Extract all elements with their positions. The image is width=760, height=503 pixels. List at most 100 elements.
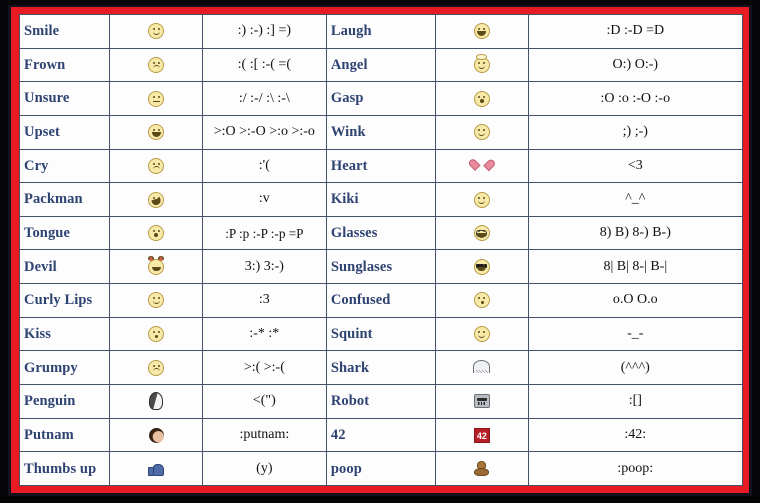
packman-face-icon (148, 191, 165, 208)
emoticon-code-curly-lips: :3 (201, 283, 327, 318)
emoticon-name-curly-lips: Curly Lips (19, 283, 111, 318)
emoticon-name-frown: Frown (19, 47, 111, 83)
upset-face-icon (148, 124, 165, 141)
smile-face-icon-cell (109, 14, 203, 49)
forty-two-badge-icon: 42 (473, 427, 490, 443)
table-container: Smile :) :-) :] =) Laugh :D :-D =D Frown (19, 14, 743, 486)
glasses-face-icon-cell (435, 215, 529, 251)
emoticon-code-smile: :) :-) :] =) (201, 14, 327, 49)
angel-face-icon-cell (435, 47, 529, 83)
emoticon-name-wink: Wink (325, 114, 437, 150)
table-row: Putnam :putnam: 42 42 :42: (19, 417, 743, 453)
emoticon-name-shark: Shark (325, 350, 437, 386)
frown-face-icon (148, 56, 165, 73)
angel-face-icon (473, 54, 490, 73)
confused-face-icon (473, 292, 490, 309)
glasses-face-icon (473, 225, 490, 242)
emoticon-name-gasp: Gasp (325, 81, 437, 116)
emoticon-name-confused: Confused (325, 283, 437, 318)
emoticon-name-unsure: Unsure (19, 81, 111, 116)
emoticon-code-confused: o.O O.o (527, 283, 743, 318)
emoticon-code-sunglases: 8| B| 8-| B-| (527, 249, 743, 285)
emoticon-code-putnam: :putnam: (201, 417, 327, 453)
emoticon-code-cry: :'( (201, 148, 327, 184)
frown-face-icon-cell (109, 47, 203, 83)
emoticon-name-penguin: Penguin (19, 384, 111, 419)
table-row: Unsure :/ :-/ :\ :-\ Gasp :O :o :-O :-o (19, 81, 743, 116)
emoticon-code-heart: <3 (527, 148, 743, 184)
kiki-face-icon (473, 191, 490, 208)
emoticon-code-tongue: :P :p :-P :-p =P (201, 215, 327, 251)
emoticon-name-packman: Packman (19, 182, 111, 217)
table-row: Curly Lips :3 Confused o.O O.o (19, 283, 743, 318)
emoticon-code-grumpy: >:( >:-( (201, 350, 327, 386)
table-row: Smile :) :-) :] =) Laugh :D :-D =D (19, 14, 743, 49)
gasp-face-icon (473, 90, 490, 107)
emoticon-code-kiki: ^_^ (527, 182, 743, 217)
thumbs-up-icon (147, 461, 165, 477)
squint-face-icon-cell (435, 316, 529, 352)
confused-face-icon-cell (435, 283, 529, 318)
emoticon-code-penguin: <(") (201, 384, 327, 419)
table-row: Kiss :-* :* Squint -_- (19, 316, 743, 352)
cry-face-icon (148, 157, 165, 174)
smile-face-icon (148, 23, 165, 40)
emoticon-name-robot: Robot (325, 384, 437, 419)
upset-face-icon-cell (109, 114, 203, 150)
emoticon-name-heart: Heart (325, 148, 437, 184)
emoticon-code-robot: :[] (527, 384, 743, 419)
penguin-icon-cell (109, 384, 203, 419)
emoticon-name-poop: poop (325, 451, 437, 486)
emoticon-name-42: 42 (325, 417, 437, 453)
emoticon-code-poop: :poop: (527, 451, 743, 486)
devil-face-icon-cell (109, 249, 203, 285)
table-row: Frown :( :[ :-( =( Angel O:) O:-) (19, 47, 743, 83)
unsure-face-icon (148, 90, 165, 107)
kiss-face-icon (148, 326, 165, 343)
packman-face-icon-cell (109, 182, 203, 217)
tongue-face-icon-cell (109, 215, 203, 251)
gasp-face-icon-cell (435, 81, 529, 116)
heart-icon-cell (435, 148, 529, 184)
table-row: Grumpy >:( >:-( Shark (^^^) (19, 350, 743, 386)
emoticon-code-wink: ;) ;-) (527, 114, 743, 150)
grin-face-icon (473, 23, 490, 40)
emoticon-name-thumbs-up: Thumbs up (19, 451, 111, 486)
cry-face-icon-cell (109, 148, 203, 184)
emoticon-name-grumpy: Grumpy (19, 350, 111, 386)
table-row: Penguin <(") Robot :[] (19, 384, 743, 419)
robot-icon-cell (435, 384, 529, 419)
emoticon-name-kiss: Kiss (19, 316, 111, 352)
unsure-face-icon-cell (109, 81, 203, 116)
emoticon-name-smile: Smile (19, 14, 111, 49)
emoticon-table: Smile :) :-) :] =) Laugh :D :-D =D Frown (19, 14, 743, 486)
emoticon-code-kiss: :-* :* (201, 316, 327, 352)
screenshot-root: Smile :) :-) :] =) Laugh :D :-D =D Frown (0, 0, 760, 503)
emoticon-code-42: :42: (527, 417, 743, 453)
emoticon-name-putnam: Putnam (19, 417, 111, 453)
table-row: Devil 3:) 3:-) Sunglases 8| B| 8-| B-| (19, 249, 743, 285)
emoticon-code-angel: O:) O:-) (527, 47, 743, 83)
emoticon-code-devil: 3:) 3:-) (201, 249, 327, 285)
poop-icon (474, 461, 490, 477)
emoticon-code-laugh: :D :-D =D (527, 14, 743, 49)
wink-face-icon-cell (435, 114, 529, 150)
kiss-face-icon-cell (109, 316, 203, 352)
wink-face-icon (473, 124, 490, 141)
grin-face-icon-cell (435, 14, 529, 49)
table-row: Upset >:O >:-O >:o >:-o Wink ;) ;-) (19, 114, 743, 150)
emoticon-code-shark: (^^^) (527, 350, 743, 386)
table-row: Packman :v Kiki ^_^ (19, 182, 743, 217)
emoticon-code-upset: >:O >:-O >:o >:-o (201, 114, 327, 150)
squint-face-icon (473, 326, 490, 343)
heart-icon (474, 159, 489, 173)
shark-icon (473, 360, 491, 375)
penguin-icon (149, 392, 164, 411)
putnam-face-icon-cell (109, 417, 203, 453)
table-row: Thumbs up (y) poop :poop: (19, 451, 743, 486)
curly-lips-face-icon-cell (109, 283, 203, 318)
emoticon-name-cry: Cry (19, 148, 111, 184)
emoticon-code-unsure: :/ :-/ :\ :-\ (201, 81, 327, 116)
emoticon-name-kiki: Kiki (325, 182, 437, 217)
red-border-frame: Smile :) :-) :] =) Laugh :D :-D =D Frown (11, 7, 749, 493)
